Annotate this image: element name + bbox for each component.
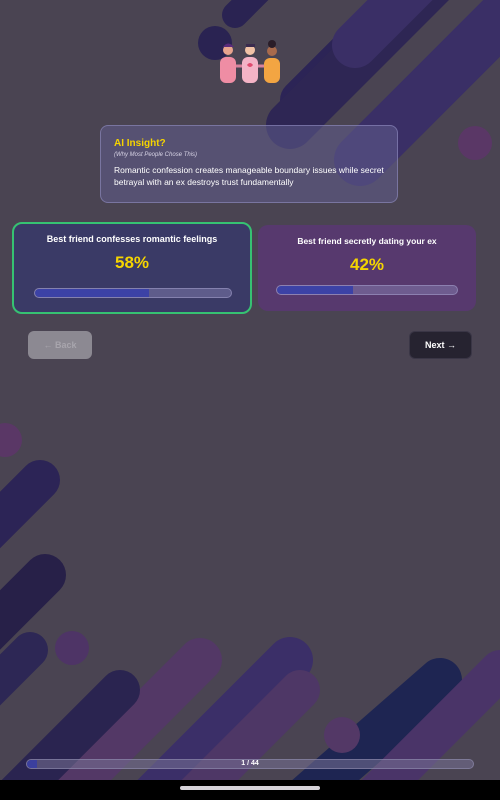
next-button[interactable]: Next → [409,331,472,359]
question-progress-text: 1 / 44 [241,760,259,767]
home-indicator[interactable] [180,786,320,790]
option-label: Best friend secretly dating your ex [297,236,437,246]
insight-body: Romantic confession creates manageable b… [114,165,384,187]
option-percent: 42% [349,255,385,274]
friends-illustration-icon [212,40,290,88]
option-percent: 58% [114,253,150,272]
option-card-a[interactable]: Best friend confesses romantic feelings … [12,222,252,314]
back-button[interactable]: ← Back [28,331,92,359]
option-progress-track [34,288,232,298]
insight-title: AI Insight? [114,138,166,149]
option-progress-fill [35,289,149,297]
system-nav-bar [0,780,500,800]
ai-insight-card: AI Insight? (Why Most People Chose This)… [100,125,398,203]
option-progress-fill [277,286,353,294]
question-progress-bar: 1 / 44 [26,759,474,769]
background-decoration [0,0,500,800]
option-label: Best friend confesses romantic feelings [46,234,218,244]
insight-subtitle: (Why Most People Chose This) [114,152,198,158]
option-card-b[interactable]: Best friend secretly dating your ex 42% [258,225,476,311]
option-progress-track [276,285,458,295]
